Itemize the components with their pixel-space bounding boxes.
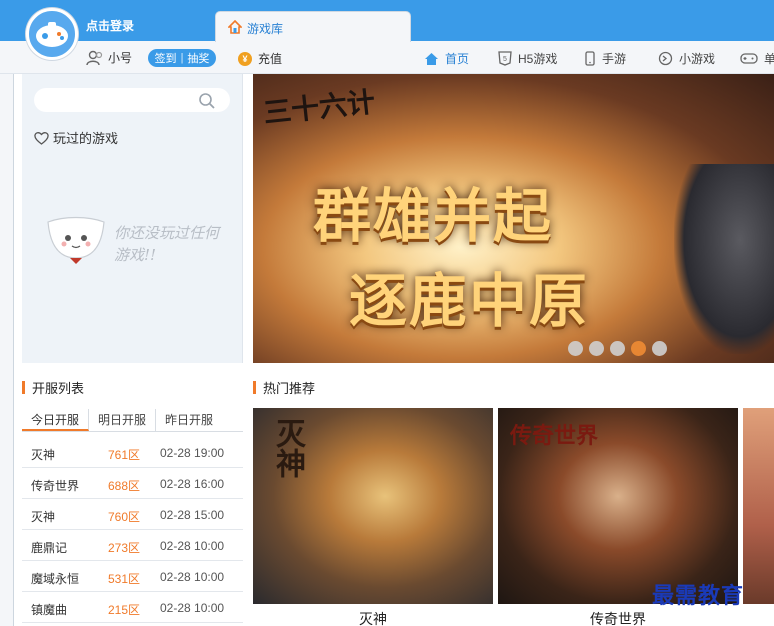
heading-accent-bar: [22, 381, 25, 394]
server-list: 灭神 761区 02-28 19:00 传奇世界 688区 02-28 16:0…: [22, 437, 243, 623]
server-list-heading: 开服列表: [22, 378, 84, 397]
server-game: 灭神: [31, 510, 56, 524]
game-library-window: 点击登录 游戏库 小号 签到 | 抽奖 ¥ 充值 首页 5 H5游戏 手游 小游…: [0, 0, 774, 626]
server-zone: 273区: [108, 541, 141, 555]
avatar[interactable]: [26, 8, 78, 60]
left-edge-panel: [0, 74, 14, 626]
server-zone: 760区: [108, 510, 141, 524]
server-time: 02-28 10:00: [160, 570, 225, 584]
slide-dot-3[interactable]: [610, 341, 625, 356]
watermark: 最需教育: [652, 583, 745, 609]
table-row[interactable]: 镇魔曲 215区 02-28 10:00: [22, 592, 243, 623]
recharge-label: 充值: [258, 52, 283, 66]
divider: |: [180, 52, 184, 64]
played-games-link[interactable]: 玩过的游戏: [34, 128, 118, 147]
table-row[interactable]: 魔域永恒 531区 02-28 10:00: [22, 561, 243, 592]
server-time: 02-28 15:00: [160, 508, 225, 522]
svg-text:5: 5: [503, 56, 507, 63]
server-tabs: 今日开服 明日开服 昨日开服: [22, 409, 243, 432]
table-row[interactable]: 灭神 761区 02-28 19:00: [22, 437, 243, 468]
account-label: 小号: [108, 51, 133, 65]
banner-pagination: [568, 341, 667, 356]
phone-icon: [585, 51, 595, 66]
home-colorful-icon: [228, 20, 242, 34]
nav-home[interactable]: 首页: [424, 50, 469, 67]
server-game: 鹿鼎记: [31, 541, 68, 555]
banner-slogan-line2: 逐鹿中原: [349, 267, 590, 335]
server-zone: 215区: [108, 603, 141, 617]
game-card-partial[interactable]: [743, 408, 774, 626]
server-zone: 531区: [108, 572, 141, 586]
slide-dot-5[interactable]: [652, 341, 667, 356]
server-zone: 761区: [108, 448, 141, 462]
server-time: 02-28 16:00: [160, 477, 225, 491]
nav-mini-games-label: 小游戏: [679, 52, 716, 66]
banner-character: [674, 164, 774, 354]
table-row[interactable]: 传奇世界 688区 02-28 16:00: [22, 468, 243, 499]
sign-label[interactable]: 签到: [155, 50, 177, 66]
login-link[interactable]: 点击登录: [86, 17, 134, 34]
slide-dot-4[interactable]: [631, 341, 646, 356]
account-switch[interactable]: 小号: [86, 49, 132, 66]
game-card-name[interactable]: 传奇世界: [498, 609, 738, 626]
table-row[interactable]: 鹿鼎记 273区 02-28 10:00: [22, 530, 243, 561]
nav-single-label: 单: [764, 52, 774, 66]
played-games-label: 玩过的游戏: [53, 131, 119, 146]
mini-game-icon: [658, 51, 673, 66]
nav-h5[interactable]: 5 H5游戏: [498, 50, 557, 67]
server-time: 02-28 10:00: [160, 539, 225, 553]
gamepad-avatar-icon: [36, 22, 68, 47]
tab-today[interactable]: 今日开服: [22, 409, 90, 431]
tab-label: 游戏库: [247, 22, 284, 36]
slide-dot-1[interactable]: [568, 341, 583, 356]
tab-yesterday[interactable]: 昨日开服: [156, 409, 222, 431]
gamepad-icon: [740, 53, 758, 64]
server-time: 02-28 10:00: [160, 601, 225, 615]
tab-game-library[interactable]: 游戏库: [215, 11, 411, 42]
heart-icon: [34, 131, 49, 145]
home-icon: [425, 52, 438, 65]
tab-tomorrow[interactable]: 明日开服: [89, 409, 157, 431]
game-card-art-title: 传奇世界: [510, 423, 599, 449]
server-time: 02-28 19:00: [160, 446, 225, 460]
nav-home-label: 首页: [445, 52, 470, 66]
server-game: 镇魔曲: [31, 603, 68, 617]
nav-h5-label: H5游戏: [518, 52, 558, 66]
sign-lottery-button[interactable]: 签到 | 抽奖: [148, 49, 216, 67]
recharge-button[interactable]: ¥ 充值: [238, 50, 282, 67]
yen-coin-icon: ¥: [238, 51, 252, 66]
server-game: 魔域永恒: [31, 572, 80, 586]
html5-icon: 5: [498, 51, 512, 66]
search-icon[interactable]: [198, 92, 216, 110]
left-edge-gap: [14, 74, 22, 626]
server-list-title: 开服列表: [32, 381, 85, 396]
nav-single[interactable]: 单: [740, 50, 774, 67]
hot-title: 热门推荐: [263, 381, 316, 396]
banner-slogan-line1: 群雄并起: [313, 182, 554, 250]
server-zone: 688区: [108, 479, 141, 493]
game-card[interactable]: 灭神 灭神: [253, 408, 493, 626]
game-card-art-title: 灭神: [270, 418, 305, 478]
lottery-label[interactable]: 抽奖: [187, 50, 209, 66]
promo-banner[interactable]: 三十六计 群雄并起 逐鹿中原: [253, 74, 774, 363]
server-game: 传奇世界: [31, 479, 80, 493]
nav-mini-games[interactable]: 小游戏: [658, 50, 715, 67]
server-game: 灭神: [31, 448, 56, 462]
heading-accent-bar: [253, 381, 256, 394]
empty-played-message: 你还没玩过任何游戏!!: [114, 224, 220, 264]
nav-mobile-label: 手游: [602, 52, 627, 66]
game-card-art: [743, 408, 774, 604]
nav-mobile[interactable]: 手游: [584, 50, 626, 67]
table-row[interactable]: 灭神 760区 02-28 15:00: [22, 499, 243, 530]
hot-heading: 热门推荐: [253, 378, 315, 397]
mascot-illustration: [47, 216, 105, 264]
slide-dot-2[interactable]: [589, 341, 604, 356]
game-card-name[interactable]: 灭神: [253, 609, 493, 626]
user-icon: [86, 50, 103, 65]
